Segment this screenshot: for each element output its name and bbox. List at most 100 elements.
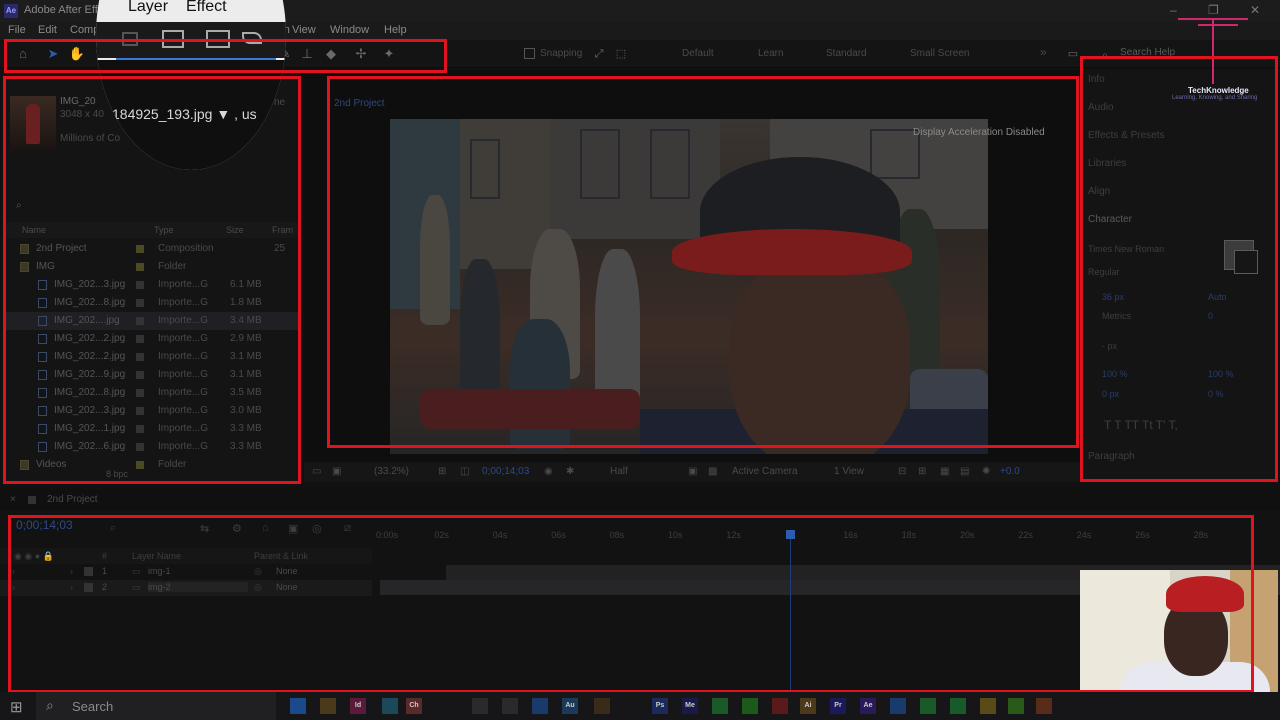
layer-row[interactable]: › › 1 ▭ img-1 ◎ None [0,564,372,580]
item-name[interactable]: IMG_202...3.jpg [54,405,125,416]
taskbar-snip-icon[interactable] [502,698,518,714]
transparency-grid-icon[interactable]: ▩ [708,466,717,477]
label-color[interactable] [136,245,144,253]
monitor-icon[interactable]: ▣ [332,466,341,477]
label-color[interactable] [136,425,144,433]
current-time-field[interactable]: 0;00;14;03 [482,466,529,477]
workspace-learn[interactable]: Learn [758,48,784,59]
roto-brush-icon[interactable]: ✢ [352,45,370,63]
expand-layer-icon[interactable]: › [70,566,73,576]
show-channel-icon[interactable]: ✱ [566,466,574,477]
leading-field[interactable]: Auto [1208,292,1227,302]
taskbar-app-ae-icon[interactable]: Ae [860,698,876,714]
menu-window[interactable]: Window [330,24,369,36]
label-color[interactable] [136,299,144,307]
panel-info[interactable]: Info [1088,74,1105,85]
parent-dropdown[interactable]: None [276,566,298,576]
pick-whip-icon[interactable]: ◎ [254,582,262,593]
item-name[interactable]: IMG_202...8.jpg [54,297,125,308]
vertical-scale-field[interactable]: 100 % [1102,369,1128,379]
label-color[interactable] [136,353,144,361]
horizontal-scale-field[interactable]: 100 % [1208,369,1234,379]
project-item[interactable]: IMG_202...9.jpg Importe...G 3.1 MB [4,366,300,384]
rectangle-tool-icon[interactable] [206,30,230,48]
pen-tool-icon[interactable] [242,32,262,44]
layer-name[interactable]: img-1 [148,566,171,576]
eraser-tool-icon[interactable]: ◆ [322,45,340,63]
label-color[interactable] [136,335,144,343]
panel-audio[interactable]: Audio [1088,102,1114,113]
menu-help[interactable]: Help [384,24,407,36]
project-item[interactable]: IMG_202...1.jpg Importe...G 3.3 MB [4,420,300,438]
project-item[interactable]: Videos Folder [4,456,300,474]
panel-align[interactable]: Align [1088,186,1110,197]
column-layer-name[interactable]: Layer Name [132,551,181,561]
pen-tool-icon[interactable] [122,32,138,46]
visibility-toggle-icon[interactable]: › [12,566,15,576]
timeline-current-time[interactable]: 0;00;14;03 [16,518,73,532]
taskbar-app-au-icon[interactable]: Au [562,698,578,714]
taskbar-chrome-2-icon[interactable] [920,698,936,714]
stroke-color-swatch[interactable] [1234,250,1258,274]
bit-depth-label[interactable]: 8 bpc [106,469,128,479]
menu-edit[interactable]: Edit [38,24,57,36]
taskbar-explorer-icon[interactable] [320,698,336,714]
pan-behind-icon[interactable] [162,30,184,48]
taskbar-recorder-icon[interactable] [1036,698,1052,714]
composition-mini-flowchart-icon[interactable]: ⇆ [200,522,209,535]
label-color[interactable] [136,443,144,451]
label-color[interactable] [136,263,144,271]
label-color[interactable] [136,371,144,379]
resolution-dropdown[interactable]: Half [610,466,628,477]
layer-color-label[interactable] [84,583,93,592]
kerning-field[interactable]: Metrics [1102,311,1131,321]
taskbar-paint-icon[interactable] [594,698,610,714]
fast-previews-icon[interactable]: ⊞ [918,466,926,477]
pick-whip-icon[interactable]: ◎ [254,566,262,577]
item-name[interactable]: IMG_202...6.jpg [54,441,125,452]
project-item[interactable]: IMG_202...3.jpg Importe...G 6.1 MB [4,276,300,294]
item-name[interactable]: Videos [36,459,66,470]
item-name[interactable]: IMG_202...2.jpg [54,351,125,362]
workspace-standard[interactable]: Standard [826,48,867,59]
project-item[interactable]: IMG Folder [4,258,300,276]
menu-view[interactable]: View [292,24,316,36]
panel-character[interactable]: Character [1088,214,1132,225]
selection-tool-icon[interactable]: ➤ [44,45,62,63]
column-name[interactable]: Name [22,225,46,235]
baseline-shift-field[interactable]: 0 px [1102,389,1119,399]
panel-effects-presets[interactable]: Effects & Presets [1088,130,1165,141]
playhead-handle[interactable] [786,530,795,539]
taskbar-app-pr-icon[interactable]: Pr [830,698,846,714]
panel-libraries[interactable]: Libraries [1088,158,1126,169]
comp-tab[interactable]: 2nd Project [334,98,385,109]
sync-icon[interactable]: ▭ [1064,45,1082,63]
timeline-comp-tab[interactable]: 2nd Project [47,494,98,505]
project-item[interactable]: IMG_202...8.jpg Importe...G 1.8 MB [4,294,300,312]
font-family-dropdown[interactable]: Times New Roman [1088,244,1164,254]
label-color[interactable] [136,281,144,289]
taskbar-chrome-icon[interactable] [712,698,728,714]
taskbar-app-id-icon[interactable]: Id [350,698,366,714]
flowchart-icon[interactable]: ▤ [960,466,969,477]
layer-color-label[interactable] [84,567,93,576]
project-item[interactable]: IMG_202...2.jpg Importe...G 3.1 MB [4,348,300,366]
snap-options-icon[interactable]: ⤢ [590,45,608,63]
item-name[interactable]: IMG [36,261,55,272]
taskbar-vlc-icon[interactable] [980,698,996,714]
label-color[interactable] [136,407,144,415]
taskbar-app-ch-icon[interactable]: Ch [406,698,422,714]
project-item[interactable]: 2nd Project Composition 25 [4,240,300,258]
font-size-field[interactable]: 36 px [1102,292,1124,302]
project-search-field[interactable]: ⌕ [16,200,22,211]
label-color[interactable] [136,317,144,325]
column-parent-link[interactable]: Parent & Link [254,551,308,561]
frame-blending-icon[interactable]: ▣ [288,522,298,535]
font-style-dropdown[interactable]: Regular [1088,267,1120,277]
snapshot-icon[interactable]: ◉ [544,466,553,477]
search-help-field[interactable]: Search Help [1120,47,1175,58]
time-ruler[interactable]: 0:00s 02s 04s 06s 08s 10s 12s 16s 18s 20s 22s 24s 26… [376,524,1256,544]
project-item[interactable]: IMG_202...6.jpg Importe...G 3.3 MB [4,438,300,456]
graph-editor-icon[interactable]: ⧄ [344,522,351,535]
item-name[interactable]: IMG_202...2.jpg [54,333,125,344]
